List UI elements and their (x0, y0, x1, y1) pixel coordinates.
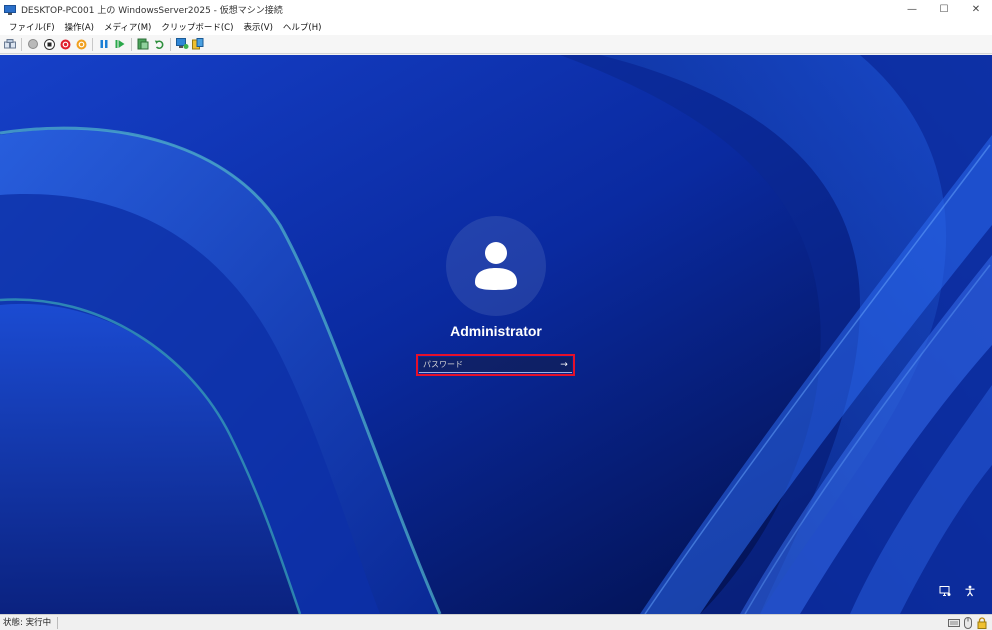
vm-screen[interactable]: Administrator → (0, 55, 992, 614)
maximize-button[interactable]: ☐ (928, 0, 960, 19)
network-icon[interactable] (938, 584, 952, 598)
username-label: Administrator (450, 323, 542, 339)
vm-connection-window: DESKTOP-PC001 上の WindowsServer2025 - 仮想マ… (0, 0, 992, 630)
shut-down-icon[interactable] (59, 38, 72, 51)
lock-icon (976, 617, 988, 629)
keyboard-icon (948, 617, 960, 629)
window-title: DESKTOP-PC001 上の WindowsServer2025 - 仮想マ… (21, 6, 283, 16)
window-controls: — ☐ ✕ (896, 0, 992, 19)
enhanced-session-icon[interactable] (175, 38, 189, 51)
menu-bar: ファイル(F) 操作(A) メディア(M) クリップボード(C) 表示(V) ヘ… (0, 19, 992, 35)
user-avatar (446, 216, 546, 316)
menu-media[interactable]: メディア(M) (99, 21, 156, 33)
menu-file[interactable]: ファイル(F) (4, 21, 60, 33)
status-icons (946, 616, 988, 630)
user-icon (475, 242, 517, 290)
start-icon[interactable] (27, 38, 40, 51)
menu-action[interactable]: 操作(A) (60, 21, 99, 33)
vm-connection-app-icon (4, 4, 16, 15)
password-input[interactable] (419, 357, 556, 372)
share-icon[interactable] (192, 38, 205, 51)
title-bar: DESKTOP-PC001 上の WindowsServer2025 - 仮想マ… (0, 0, 992, 19)
status-bar: 状態: 実行中 (0, 614, 992, 630)
menu-help[interactable]: ヘルプ(H) (278, 21, 327, 33)
resume-icon[interactable] (114, 38, 127, 51)
toolbar (0, 35, 992, 54)
pause-icon[interactable] (98, 38, 111, 51)
turn-off-icon[interactable] (43, 38, 56, 51)
accessibility-icon[interactable] (963, 584, 977, 598)
revert-icon[interactable] (153, 38, 166, 51)
submit-arrow-button[interactable]: → (556, 358, 572, 372)
vm-status-text: 状態: 実行中 (0, 616, 59, 629)
close-button[interactable]: ✕ (960, 0, 992, 19)
menu-view[interactable]: 表示(V) (238, 21, 277, 33)
menu-clipboard[interactable]: クリップボード(C) (156, 21, 238, 33)
ctrl-alt-del-icon[interactable] (3, 38, 17, 51)
mouse-icon (962, 617, 974, 629)
save-icon[interactable] (75, 38, 88, 51)
minimize-button[interactable]: — (896, 0, 928, 19)
password-field-container: → (419, 357, 572, 373)
checkpoint-icon[interactable] (137, 38, 150, 51)
